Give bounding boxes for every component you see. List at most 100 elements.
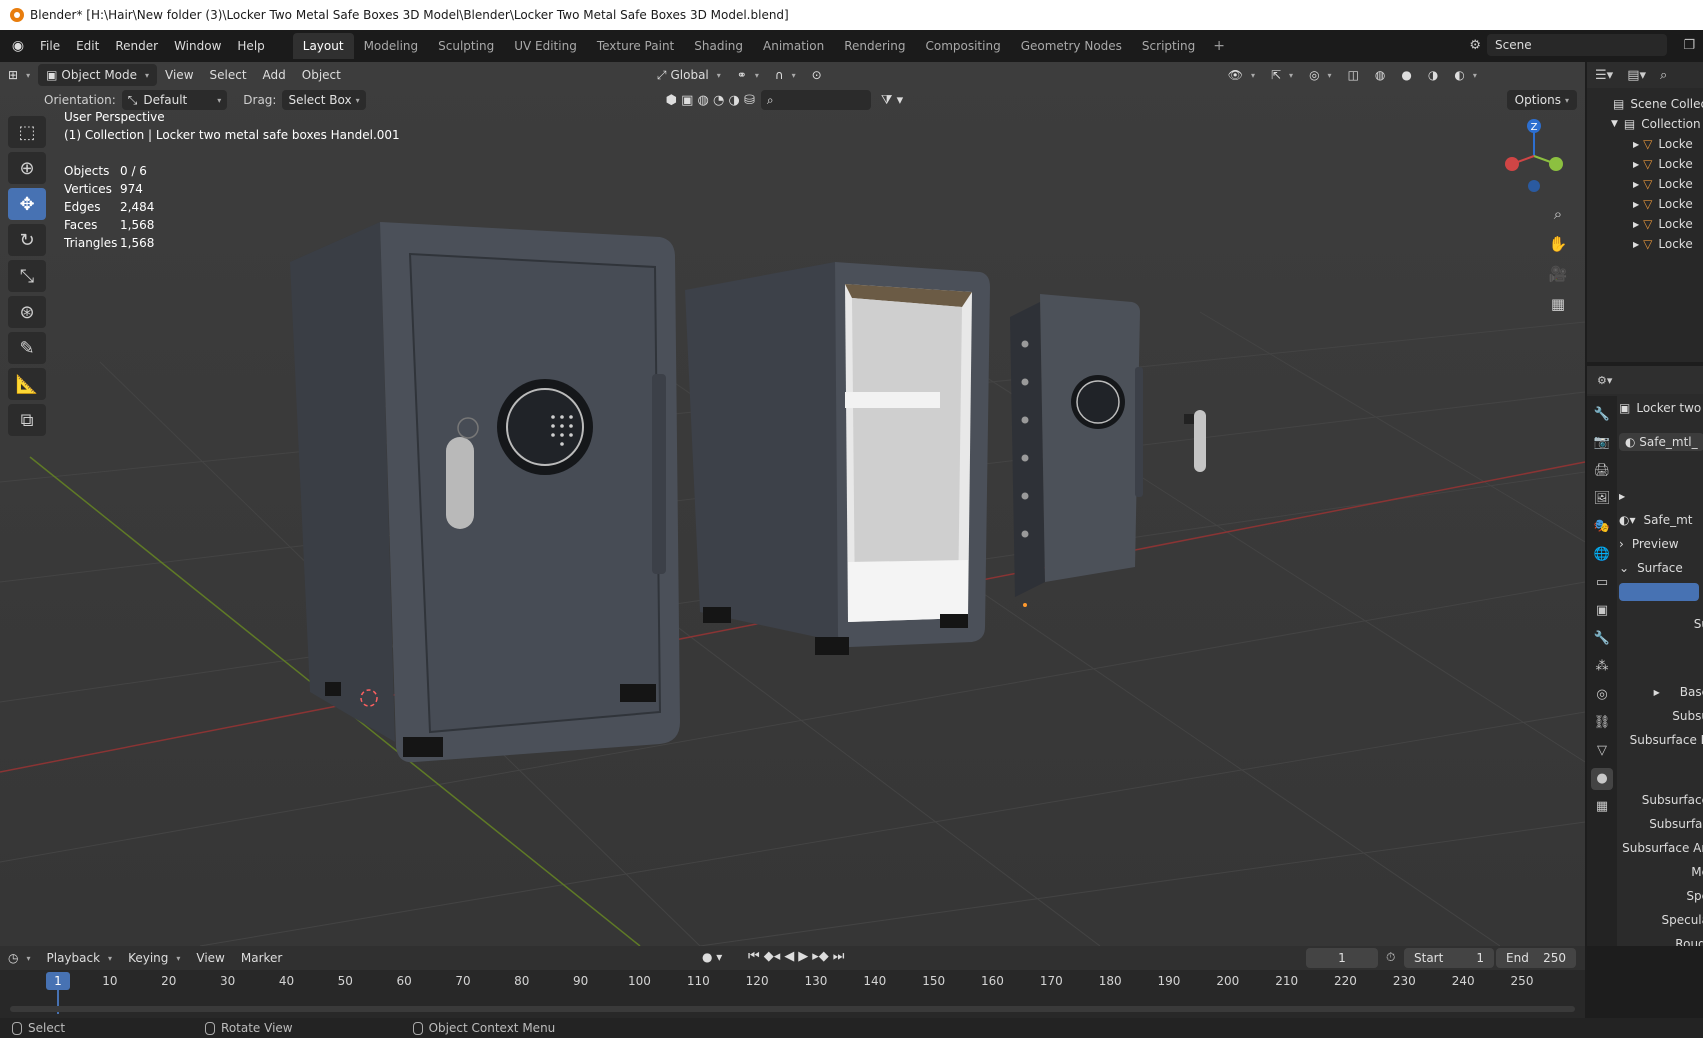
drag-dropdown[interactable]: Select Box ▾ — [282, 90, 366, 110]
overlay-toggle-icon[interactable]: ◎ ▾ — [1301, 64, 1340, 86]
playhead-frame[interactable]: 1 — [46, 972, 70, 990]
material-slot[interactable]: ◐ Safe_mtl_ — [1619, 430, 1703, 454]
outliner-item[interactable]: ▶ ▽ Locke — [1587, 154, 1703, 174]
pivot-point-icon[interactable]: ⚭ ▾ — [729, 64, 767, 86]
properties-editor-icon[interactable]: ⚙▾ — [1597, 374, 1612, 387]
menu-select[interactable]: Select — [202, 64, 255, 86]
constraints-tab-icon[interactable]: ⛓ — [1591, 712, 1613, 734]
view-layer-tab-icon[interactable]: 🖼 — [1591, 488, 1613, 510]
options-dropdown[interactable]: Options ▾ — [1506, 90, 1577, 110]
shading-wireframe-icon[interactable]: ◍ — [1367, 64, 1393, 86]
play-icon[interactable]: ▶ — [798, 949, 808, 964]
cursor-tool-icon[interactable]: ⊕ — [8, 152, 46, 184]
auto-key-icon[interactable]: ● ▾ — [702, 950, 722, 964]
menu-keying[interactable]: Keying ▾ — [120, 947, 188, 969]
outliner-item[interactable]: ▶ ▽ Locke — [1587, 194, 1703, 214]
zoom-icon[interactable]: ⌕ — [1546, 202, 1570, 226]
ortho-grid-icon[interactable]: ▦ — [1546, 292, 1570, 316]
navigation-gizmo[interactable]: Z — [1498, 116, 1570, 196]
tab-compositing[interactable]: Compositing — [915, 33, 1010, 59]
tab-sculpting[interactable]: Sculpting — [428, 33, 504, 59]
tab-rendering[interactable]: Rendering — [834, 33, 915, 59]
3d-viewport[interactable]: ⊞ ▾ ▣ Object Mode ▾ View Select Add Objec… — [0, 62, 1585, 946]
tool-tab-icon[interactable]: 🔧 — [1591, 404, 1613, 426]
tab-scripting[interactable]: Scripting — [1132, 33, 1205, 59]
display-mode-icon[interactable]: ▤▾ — [1627, 68, 1646, 83]
outliner-item[interactable]: ▶ ▽ Locke — [1587, 174, 1703, 194]
outliner-item[interactable]: ▶ ▽ Locke — [1587, 134, 1703, 154]
tab-geometry-nodes[interactable]: Geometry Nodes — [1011, 33, 1132, 59]
start-frame-field[interactable]: Start 1 — [1404, 948, 1494, 968]
timeline-editor-icon[interactable]: ◷ ▾ — [0, 947, 39, 969]
play-reverse-icon[interactable]: ◀ — [784, 949, 794, 964]
move-tool-icon[interactable]: ✥ — [8, 188, 46, 220]
annotate-tool-icon[interactable]: ✎ — [8, 332, 46, 364]
particles-tab-icon[interactable]: ⁂ — [1591, 656, 1613, 678]
menu-edit[interactable]: Edit — [68, 39, 107, 53]
tab-modeling[interactable]: Modeling — [354, 33, 429, 59]
data-tab-icon[interactable]: ▽ — [1591, 740, 1613, 762]
camera-view-icon[interactable]: 🎥 — [1546, 262, 1570, 286]
object-tab-icon[interactable]: ▣ — [1591, 600, 1613, 622]
tab-shading[interactable]: Shading — [684, 33, 753, 59]
next-keyframe-icon[interactable]: ▸◆ — [812, 949, 829, 964]
safe-open-model[interactable] — [685, 262, 990, 655]
menu-file[interactable]: File — [32, 39, 68, 53]
measure-tool-icon[interactable]: 📐 — [8, 368, 46, 400]
scene-selector[interactable]: Scene — [1487, 34, 1667, 56]
physics-tab-icon[interactable]: ◎ — [1591, 684, 1613, 706]
mode-selector[interactable]: ▣ Object Mode ▾ — [38, 64, 158, 86]
proportional-edit-icon[interactable]: ⊙ — [804, 64, 830, 86]
orientation-dropdown[interactable]: ⤡ Default ▾ — [121, 90, 228, 110]
outliner-scene-collection[interactable]: ▤ Scene Collecti — [1587, 94, 1703, 114]
current-frame-field[interactable]: 1 — [1306, 948, 1378, 968]
material-tab-icon[interactable]: ● — [1591, 768, 1613, 790]
shading-solid-icon[interactable]: ● — [1393, 64, 1419, 86]
outliner-collection[interactable]: ▼ ▤ Collection — [1587, 114, 1703, 134]
tab-texture-paint[interactable]: Texture Paint — [587, 33, 684, 59]
jump-end-icon[interactable]: ⏭ — [833, 949, 845, 964]
transform-orientation-dropdown[interactable]: ⤢ Global ▾ — [649, 64, 729, 86]
new-scene-icon[interactable]: ❐ — [1683, 38, 1695, 53]
tab-animation[interactable]: Animation — [753, 33, 834, 59]
shading-material-icon[interactable]: ◑ — [1420, 64, 1446, 86]
menu-view[interactable]: View — [157, 64, 201, 86]
surface-shader-field[interactable] — [1619, 580, 1703, 604]
scale-tool-icon[interactable]: ⤡ — [8, 260, 46, 292]
timeline-ruler[interactable]: 10 20 30 40 50 60 70 80 90 100 110 120 130 140 150 160 1… — [0, 970, 1585, 1018]
outliner-item[interactable]: ▶ ▽ Locke — [1587, 214, 1703, 234]
scene-tab-icon[interactable]: 🎭 — [1591, 516, 1613, 538]
visibility-icon[interactable]: 👁 ▾ — [1220, 64, 1263, 86]
prev-keyframe-icon[interactable]: ◆◂ — [764, 949, 781, 964]
outliner-editor-icon[interactable]: ☰▾ — [1595, 68, 1613, 83]
menu-marker[interactable]: Marker — [233, 947, 290, 969]
safe-closed-model[interactable] — [290, 222, 680, 763]
editor-type-icon[interactable]: ⊞ ▾ — [0, 64, 38, 86]
xray-toggle-icon[interactable]: ◫ — [1340, 64, 1367, 86]
output-tab-icon[interactable]: 🖨 — [1591, 460, 1613, 482]
blender-menu-icon[interactable]: ◉ — [4, 38, 32, 54]
tab-uv-editing[interactable]: UV Editing — [504, 33, 587, 59]
snap-icon[interactable]: ∩ ▾ — [767, 64, 804, 86]
shading-rendered-icon[interactable]: ◐ ▾ — [1446, 64, 1485, 86]
prop-field[interactable]: ▶Base — [1619, 680, 1703, 704]
rotate-tool-icon[interactable]: ↻ — [8, 224, 46, 256]
menu-help[interactable]: Help — [229, 39, 272, 53]
timeline-scrollbar[interactable] — [10, 1006, 1575, 1012]
add-workspace-button[interactable]: + — [1205, 38, 1233, 54]
filter-icon[interactable]: ⧩ ▾ — [881, 93, 903, 108]
selectability-icons[interactable]: ⬢ ▣ ◍ ◔ ◑ ⛁ — [666, 93, 755, 108]
transform-tool-icon[interactable]: ⊛ — [8, 296, 46, 328]
scene-icon[interactable]: ⚙ — [1469, 38, 1481, 53]
outliner-search-icon[interactable]: ⌕ — [1660, 68, 1667, 83]
tab-layout[interactable]: Layout — [292, 33, 354, 59]
render-tab-icon[interactable]: 📷 — [1591, 432, 1613, 454]
menu-add[interactable]: Add — [255, 64, 294, 86]
search-field[interactable]: ⌕ — [760, 90, 871, 110]
panel-preview[interactable]: › Preview — [1619, 532, 1703, 556]
menu-timeline-view[interactable]: View — [188, 947, 232, 969]
safe-door-model[interactable] — [1010, 294, 1143, 597]
menu-window[interactable]: Window — [166, 39, 229, 53]
stopwatch-icon[interactable]: ⏱ — [1386, 950, 1395, 965]
texture-tab-icon[interactable]: ▦ — [1591, 796, 1613, 818]
